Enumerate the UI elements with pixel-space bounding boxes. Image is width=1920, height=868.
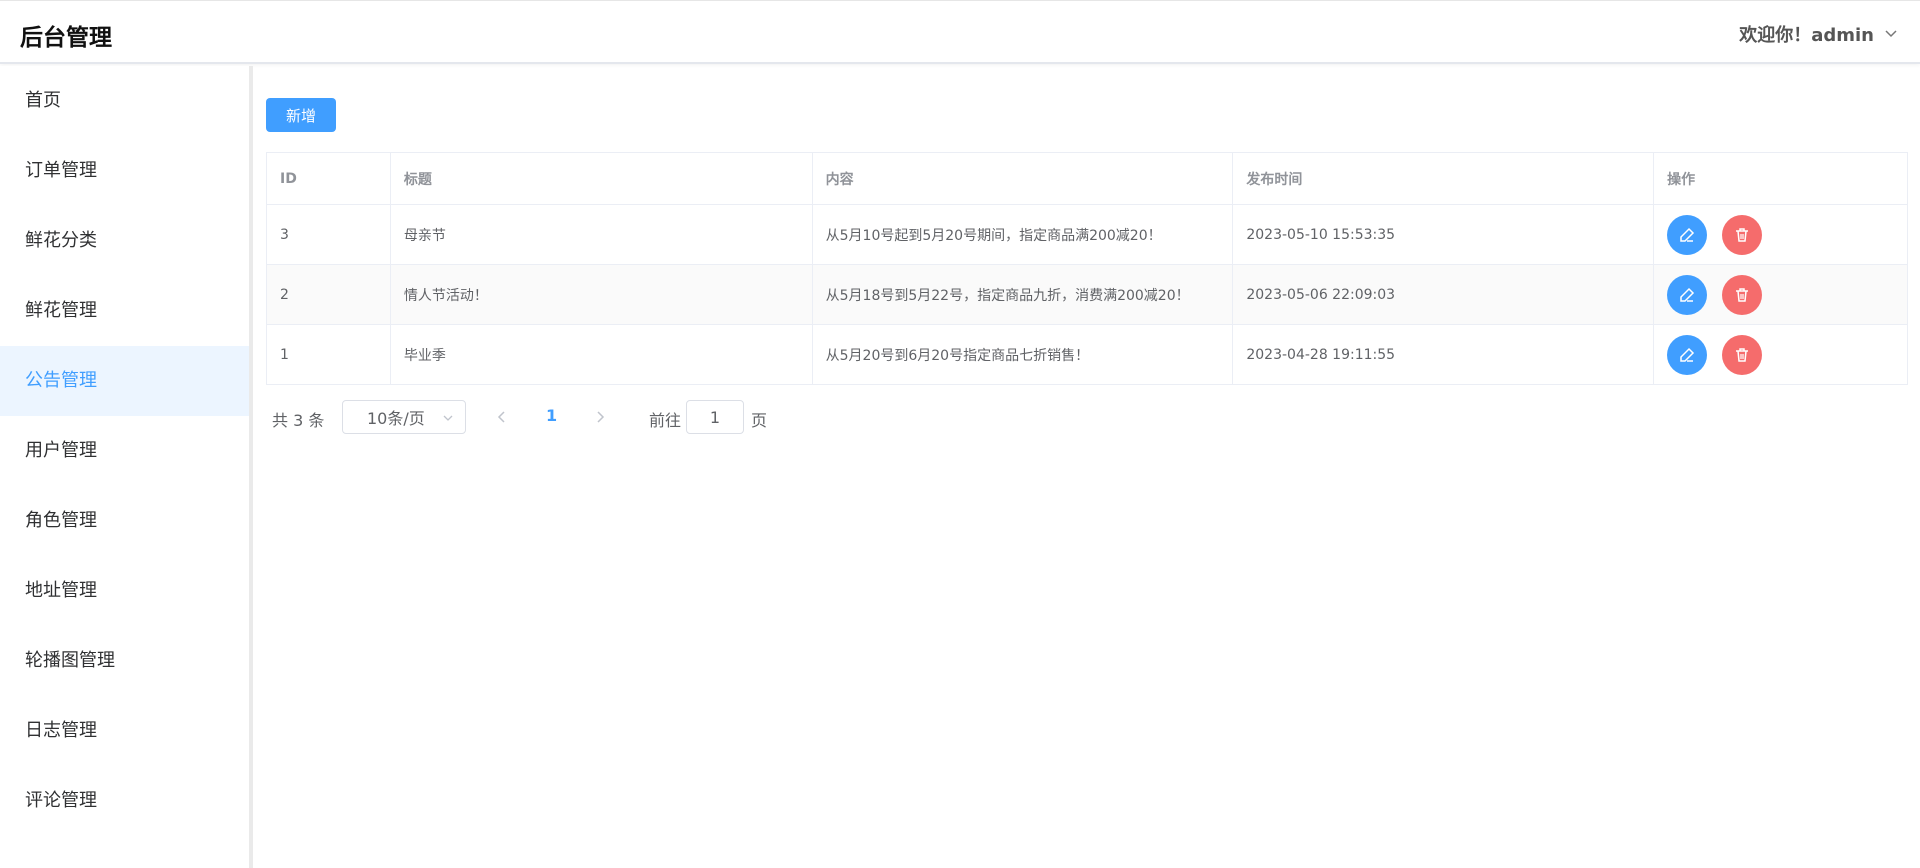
page-size-value: 10条/页 [367,409,425,428]
cell-id: 1 [266,324,391,385]
sidebar-menu: 首页 订单管理 鲜花分类 鲜花管理 公告管理 用户管理 角色管理 地址管理 轮播… [0,66,253,868]
cell-title: 母亲节 [390,204,813,265]
sidebar-item-flowers[interactable]: 鲜花管理 [0,276,249,346]
top-header: 后台管理 欢迎你！admin [0,0,1920,64]
column-header-content: 内容 [812,152,1234,205]
goto-page-input[interactable] [686,400,744,434]
total-count: 共 3 条 [272,411,325,430]
delete-icon [1735,287,1748,302]
sidebar-item-comments[interactable]: 评论管理 [0,766,249,836]
app-title: 后台管理 [20,25,112,51]
page-size-select[interactable]: 10条/页 [342,400,466,434]
edit-button[interactable] [1667,214,1708,255]
chevron-right-icon[interactable] [592,409,608,425]
cell-time: 2023-05-06 22:09:03 [1232,264,1655,325]
sidebar-item-flower-categories[interactable]: 鲜花分类 [0,206,249,276]
sidebar-item-addresses[interactable]: 地址管理 [0,556,249,626]
table-row: 1 毕业季 从5月20号到6月20号指定商品七折销售！ 2023-04-28 1… [266,324,1908,385]
chevron-down-icon [443,415,453,421]
edit-button[interactable] [1667,334,1708,375]
edit-button[interactable] [1667,274,1708,315]
delete-button[interactable] [1721,274,1762,315]
sidebar-item-announcements[interactable]: 公告管理 [0,346,249,416]
table-header-row: ID 标题 内容 发布时间 操作 [266,152,1908,205]
cell-title: 毕业季 [390,324,813,385]
sidebar-item-users[interactable]: 用户管理 [0,416,249,486]
delete-button[interactable] [1721,334,1762,375]
delete-icon [1735,227,1748,242]
edit-icon [1680,347,1695,362]
column-header-actions: 操作 [1653,152,1908,205]
cell-time: 2023-04-28 19:11:55 [1232,324,1655,385]
add-button[interactable]: 新增 [266,98,336,132]
goto-suffix: 页 [751,411,768,430]
page-number-current[interactable]: 1 [546,406,557,425]
cell-id: 3 [266,204,391,265]
delete-icon [1735,347,1748,362]
cell-time: 2023-05-10 15:53:35 [1232,204,1655,265]
cell-actions [1653,264,1908,325]
cell-title: 情人节活动！ [390,264,813,325]
cell-actions [1653,204,1908,265]
cell-id: 2 [266,264,391,325]
column-header-time: 发布时间 [1232,152,1655,205]
sidebar-item-logs[interactable]: 日志管理 [0,696,249,766]
cell-content: 从5月18号到5月22号，指定商品九折，消费满200减20！ [812,264,1234,325]
chevron-down-icon [1885,30,1897,38]
table-row: 3 母亲节 从5月10号起到5月20号期间，指定商品满200减20！ 2023-… [266,204,1908,265]
user-greeting: 欢迎你！admin [1739,25,1874,46]
delete-button[interactable] [1721,214,1762,255]
sidebar-item-roles[interactable]: 角色管理 [0,486,249,556]
edit-icon [1680,227,1695,242]
cell-actions [1653,324,1908,385]
column-header-title: 标题 [390,152,813,205]
chevron-left-icon[interactable] [494,409,510,425]
pagination: 共 3 条 10条/页 1 前往 页 [266,400,1066,436]
announcement-table: ID 标题 内容 发布时间 操作 3 母亲节 从5月10号起到5月20号期间，指… [266,152,1908,385]
column-header-id: ID [266,152,391,205]
sidebar-item-home[interactable]: 首页 [0,66,249,136]
sidebar-item-carousel[interactable]: 轮播图管理 [0,626,249,696]
table-row: 2 情人节活动！ 从5月18号到5月22号，指定商品九折，消费满200减20！ … [266,264,1908,325]
cell-content: 从5月20号到6月20号指定商品七折销售！ [812,324,1234,385]
user-menu[interactable]: 欢迎你！admin [1739,21,1898,47]
goto-label: 前往 [649,411,682,430]
cell-content: 从5月10号起到5月20号期间，指定商品满200减20！ [812,204,1234,265]
sidebar-item-orders[interactable]: 订单管理 [0,136,249,206]
edit-icon [1680,287,1695,302]
